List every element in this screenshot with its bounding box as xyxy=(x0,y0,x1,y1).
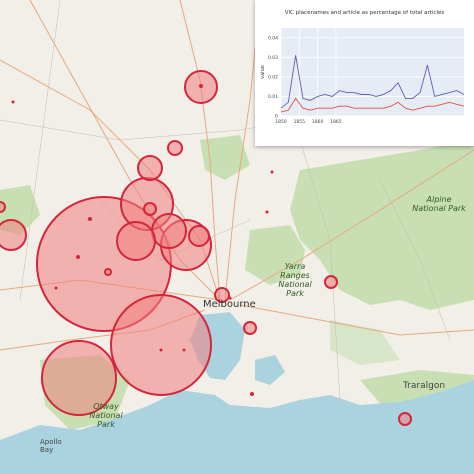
park-label-yarra: Yarra Ranges National Park xyxy=(278,262,312,298)
y-tick-label: 0.01 xyxy=(268,94,278,100)
placename-circle[interactable] xyxy=(167,140,183,156)
park-label-alpine: Alpine National Park xyxy=(412,195,466,213)
placename-circle[interactable] xyxy=(398,412,412,426)
placename-circle[interactable] xyxy=(143,202,157,216)
chart-overlay-panel: VIC placenames and article as percentage… xyxy=(255,0,474,146)
placename-circle[interactable] xyxy=(188,225,210,247)
town-label-apollo-bay: Apollo Bay xyxy=(40,438,62,454)
y-tick-label: 0.02 xyxy=(268,74,278,80)
placename-circle[interactable] xyxy=(243,321,257,335)
city-label-melbourne: Melbourne xyxy=(203,299,256,310)
line-chart: 0 0.01 0.02 0.03 0.04 1850 1855 1860 1865 value xyxy=(260,28,465,125)
y-axis-label: value xyxy=(260,65,266,79)
x-tick-label: 1850 xyxy=(275,119,287,125)
y-tick-label: 0.03 xyxy=(268,55,278,61)
x-tick-label: 1855 xyxy=(294,119,306,125)
x-tick-label: 1860 xyxy=(312,119,324,125)
placename-circle[interactable] xyxy=(110,294,212,396)
placename-circle[interactable] xyxy=(324,275,338,289)
placename-circle[interactable] xyxy=(104,268,112,276)
town-label-traralgon: Traralgon xyxy=(403,381,446,391)
placename-circle[interactable] xyxy=(151,213,187,249)
plot-area xyxy=(281,28,464,116)
placename-circle[interactable] xyxy=(137,155,163,181)
placename-circle[interactable] xyxy=(0,219,27,251)
x-tick-label: 1865 xyxy=(330,119,342,125)
y-tick-label: 0.04 xyxy=(268,35,278,41)
placename-circle[interactable] xyxy=(0,201,6,213)
park-label-otway: Otway National Park xyxy=(89,402,123,429)
y-tick-label: 0 xyxy=(275,114,278,120)
placename-circle[interactable] xyxy=(116,221,156,261)
